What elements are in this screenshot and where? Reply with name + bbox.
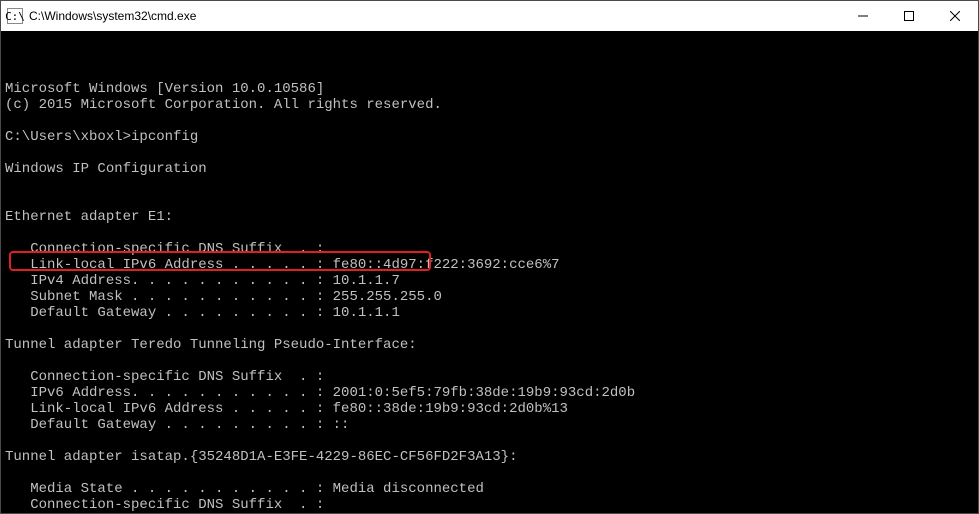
terminal-output[interactable]: Microsoft Windows [Version 10.0.10586](c…	[1, 31, 978, 513]
terminal-line: Microsoft Windows [Version 10.0.10586]	[5, 81, 974, 97]
titlebar[interactable]: C:\ C:\Windows\system32\cmd.exe	[1, 1, 978, 31]
terminal-line: (c) 2015 Microsoft Corporation. All righ…	[5, 97, 974, 113]
window-controls	[840, 1, 978, 31]
terminal-line: Connection-specific DNS Suffix . :	[5, 497, 974, 513]
terminal-line: Subnet Mask . . . . . . . . . . . : 255.…	[5, 289, 974, 305]
terminal-line: Ethernet adapter E1:	[5, 209, 974, 225]
terminal-line: Tunnel adapter isatap.{35248D1A-E3FE-422…	[5, 449, 974, 465]
cmd-window: C:\ C:\Windows\system32\cmd.exe Microsof…	[0, 0, 979, 514]
maximize-button[interactable]	[886, 1, 932, 31]
terminal-line	[5, 193, 974, 209]
terminal-line: Media State . . . . . . . . . . . : Medi…	[5, 481, 974, 497]
terminal-line: C:\Users\xboxl>ipconfig	[5, 129, 974, 145]
cmd-icon: C:\	[7, 8, 23, 24]
window-title: C:\Windows\system32\cmd.exe	[29, 9, 840, 23]
terminal-line	[5, 177, 974, 193]
terminal-line: Tunnel adapter Teredo Tunneling Pseudo-I…	[5, 337, 974, 353]
terminal-line	[5, 145, 974, 161]
minimize-button[interactable]	[840, 1, 886, 31]
terminal-line: IPv4 Address. . . . . . . . . . . : 10.1…	[5, 273, 974, 289]
terminal-line	[5, 225, 974, 241]
terminal-line: Connection-specific DNS Suffix . :	[5, 369, 974, 385]
terminal-line	[5, 433, 974, 449]
terminal-line: Default Gateway . . . . . . . . . : 10.1…	[5, 305, 974, 321]
terminal-line	[5, 321, 974, 337]
terminal-line: Connection-specific DNS Suffix . :	[5, 241, 974, 257]
terminal-line: Link-local IPv6 Address . . . . . : fe80…	[5, 257, 974, 273]
terminal-line: Default Gateway . . . . . . . . . : ::	[5, 417, 974, 433]
terminal-line: Link-local IPv6 Address . . . . . : fe80…	[5, 401, 974, 417]
terminal-line: IPv6 Address. . . . . . . . . . . : 2001…	[5, 385, 974, 401]
terminal-line	[5, 113, 974, 129]
terminal-line: Windows IP Configuration	[5, 161, 974, 177]
close-button[interactable]	[932, 1, 978, 31]
terminal-line	[5, 353, 974, 369]
terminal-line	[5, 465, 974, 481]
